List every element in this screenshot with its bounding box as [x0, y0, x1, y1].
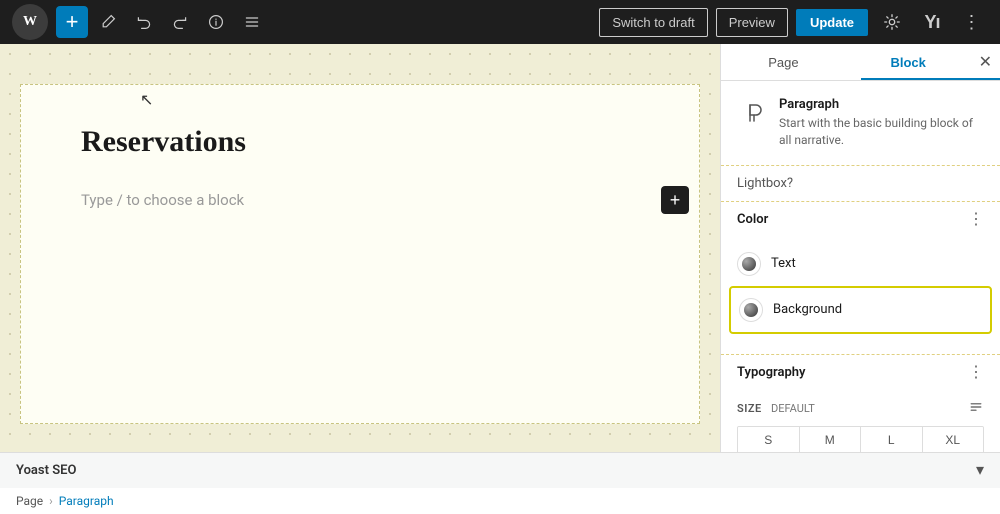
add-block-toolbar-button[interactable]: +	[56, 6, 88, 38]
background-color-circle	[739, 298, 763, 322]
page-title: Reservations	[81, 125, 639, 159]
tools-button[interactable]	[92, 6, 124, 38]
placeholder-text: Type / to choose a block	[81, 191, 639, 209]
breadcrumb-paragraph: Paragraph	[59, 494, 114, 508]
editor-content[interactable]: Reservations Type / to choose a block +	[20, 84, 700, 424]
toggle-down-icon: ▾	[976, 462, 984, 479]
typography-section-content: SIZE DEFAULT S M	[721, 391, 1000, 454]
block-info: Paragraph Start with the basic building …	[721, 81, 1000, 166]
wp-logo-text: W	[23, 14, 37, 30]
redo-button[interactable]	[164, 6, 196, 38]
color-panel-section: Color ⋮ Text	[721, 202, 1000, 355]
undo-icon	[136, 14, 152, 30]
size-controls-icon	[968, 399, 984, 415]
more-options-button[interactable]: ⋮	[956, 6, 988, 38]
paragraph-block-icon	[737, 97, 769, 129]
tab-indicator	[861, 78, 1000, 80]
size-m-button[interactable]: M	[800, 427, 862, 453]
lightbox-label: Lightbox?	[737, 176, 793, 191]
yoast-bar: Yoast SEO ▾	[0, 452, 1000, 488]
settings-button[interactable]	[876, 6, 908, 38]
paragraph-icon	[741, 101, 765, 125]
size-text: SIZE	[737, 402, 762, 415]
tab-page[interactable]: Page	[721, 44, 846, 80]
main-area: ↖ Reservations Type / to choose a block …	[0, 44, 1000, 454]
size-label: SIZE DEFAULT	[737, 401, 815, 416]
text-color-swatch	[742, 257, 756, 271]
size-buttons: S M L XL	[737, 426, 984, 454]
block-placeholder[interactable]: Type / to choose a block +	[81, 183, 639, 217]
breadcrumb-page: Page	[16, 494, 43, 508]
undo-button[interactable]	[128, 6, 160, 38]
typography-section-header[interactable]: Typography ⋮	[721, 355, 1000, 391]
block-description: Start with the basic building block of a…	[779, 115, 984, 149]
yoast-toggle-button[interactable]: ▾	[976, 460, 984, 480]
sidebar-close-button[interactable]: ✕	[971, 44, 1000, 80]
sidebar: Page Block ✕ Paragraph Start wi	[720, 44, 1000, 454]
tab-block[interactable]: Block	[846, 44, 971, 80]
yoast-button[interactable]: Yı	[916, 6, 948, 38]
toolbar-right: Switch to draft Preview Update Yı ⋮	[599, 6, 988, 38]
color-section-title: Color	[737, 212, 768, 227]
size-s-button[interactable]: S	[738, 427, 800, 453]
add-icon: +	[670, 190, 681, 211]
list-view-button[interactable]	[236, 6, 268, 38]
bottom-bar: Yoast SEO ▾ Page › Paragraph	[0, 454, 1000, 510]
close-icon: ✕	[979, 54, 992, 71]
background-color-swatch	[744, 303, 758, 317]
pencil-icon	[100, 14, 116, 30]
info-icon	[208, 14, 224, 30]
update-button[interactable]: Update	[796, 9, 868, 36]
main-toolbar: W + Switch to draft Pr	[0, 0, 1000, 44]
sidebar-content: Paragraph Start with the basic building …	[721, 81, 1000, 454]
size-controls-button[interactable]	[968, 399, 984, 418]
block-name: Paragraph	[779, 97, 984, 112]
text-color-circle	[737, 252, 761, 276]
typography-panel-section: Typography ⋮ SIZE DEFAULT	[721, 355, 1000, 454]
lightbox-section: Lightbox?	[721, 166, 1000, 202]
redo-icon	[172, 14, 188, 30]
preview-button[interactable]: Preview	[716, 8, 788, 37]
color-section-content: Text Background	[721, 238, 1000, 354]
breadcrumb-separator: ›	[49, 494, 53, 508]
size-label-row: SIZE DEFAULT	[737, 399, 984, 418]
typography-section-title: Typography	[737, 365, 806, 380]
text-color-label: Text	[771, 256, 796, 271]
size-l-button[interactable]: L	[861, 427, 923, 453]
text-color-option[interactable]: Text	[737, 246, 984, 282]
add-block-button[interactable]: +	[661, 186, 689, 214]
block-info-text: Paragraph Start with the basic building …	[779, 97, 984, 149]
background-color-highlighted[interactable]: Background	[729, 286, 992, 334]
yoast-label: Yoast SEO	[16, 463, 76, 478]
background-color-option[interactable]: Background	[739, 292, 982, 328]
switch-to-draft-button[interactable]: Switch to draft	[599, 8, 707, 37]
wp-logo[interactable]: W	[12, 4, 48, 40]
size-default-text: DEFAULT	[771, 402, 815, 415]
typography-menu-button[interactable]: ⋮	[968, 365, 984, 381]
background-color-label: Background	[773, 302, 842, 317]
color-section-header[interactable]: Color ⋮	[721, 202, 1000, 238]
editor-canvas[interactable]: ↖ Reservations Type / to choose a block …	[0, 44, 720, 454]
sidebar-tabs: Page Block ✕	[721, 44, 1000, 81]
gear-icon	[883, 13, 901, 31]
list-icon	[244, 14, 260, 30]
details-button[interactable]	[200, 6, 232, 38]
size-xl-button[interactable]: XL	[923, 427, 984, 453]
color-menu-button[interactable]: ⋮	[968, 212, 984, 228]
